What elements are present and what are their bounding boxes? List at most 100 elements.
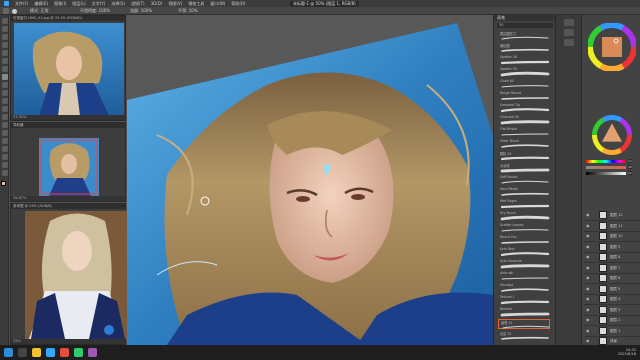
brightness-slider[interactable] [586,172,626,175]
pen-tool-icon[interactable] [1,130,8,136]
visibility-eye-icon[interactable]: ◉ [586,338,590,343]
visibility-eye-icon[interactable]: ◉ [586,286,590,291]
layer-row[interactable]: ◉ 图层 9 [584,242,640,253]
brush-preset[interactable]: Sampled Tip [498,103,550,113]
brush-preset[interactable]: Round Fan [498,235,550,245]
brush-preset[interactable]: Chalk 60 [498,79,550,89]
path-select-tool-icon[interactable] [1,146,8,152]
visibility-eye-icon[interactable]: ◉ [586,265,590,270]
lasso-tool-icon[interactable] [1,34,8,40]
layer-row[interactable]: ◉ 图层 10 [584,231,640,242]
visibility-eye-icon[interactable]: ◉ [586,223,590,228]
search-icon[interactable] [18,348,27,357]
blur-tool-icon[interactable] [1,114,8,120]
app-icon[interactable] [88,348,97,357]
visibility-eye-icon[interactable]: ◉ [586,254,590,259]
history-icon[interactable] [564,19,574,26]
brush-preset[interactable]: Charcoal 90 [498,115,550,125]
brush-preset[interactable]: Blender [498,307,550,317]
brush-size-field[interactable]: 30 [497,23,553,28]
magic-wand-tool-icon[interactable] [1,42,8,48]
brush-tool-icon[interactable] [1,74,8,80]
menu-file[interactable]: 文件(F) [15,1,28,7]
brush-preset-icon[interactable] [12,8,17,14]
brush-preset[interactable]: Kyle Gouache [498,259,550,269]
brush-preset[interactable]: Scatter Leaves [498,223,550,233]
visibility-eye-icon[interactable]: ◉ [586,233,590,238]
brush-preset[interactable]: Soft Round [498,175,550,185]
type-tool-icon[interactable] [1,138,8,144]
layer-row[interactable]: ◉ 图层 1 [584,326,640,337]
menu-filter[interactable]: 滤镜(T) [131,1,145,7]
layer-row[interactable]: ◉ 图层 12 [584,210,640,221]
opacity-field[interactable]: 不透明度: 100% [80,8,110,14]
visibility-eye-icon[interactable]: ◉ [586,212,590,217]
eyedropper-tool-icon[interactable] [1,58,8,64]
layer-row[interactable]: ◉ 图层 2 [584,315,640,326]
brush-preset[interactable]: Texture 1 [498,295,550,305]
brush-tool-icon[interactable] [3,8,9,14]
gradient-tool-icon[interactable] [1,106,8,112]
healing-tool-icon[interactable] [1,66,8,72]
visibility-eye-icon[interactable]: ◉ [586,317,590,322]
photoshop-icon[interactable] [46,348,55,357]
history-brush-tool-icon[interactable] [1,90,8,96]
zoom-tool-icon[interactable] [1,170,8,176]
menu-plugins[interactable]: 增效工具 [188,1,204,7]
foreground-color-swatch[interactable] [1,181,6,186]
brush-preset[interactable]: 大涂抹 [498,163,550,173]
menu-3d[interactable]: 3D(D) [151,1,163,6]
saturation-slider[interactable] [586,166,626,169]
brush-preset[interactable]: Smudge [498,283,550,293]
layer-row[interactable]: ◉ 图层 4 [584,294,640,305]
layer-row[interactable]: ◉ 图层 7 [584,263,640,274]
layer-row[interactable]: ◉ 图层 8 [584,252,640,263]
browser-icon[interactable] [60,348,69,357]
hand-tool-icon[interactable] [1,162,8,168]
menu-select[interactable]: 选择(S) [111,1,125,7]
start-icon[interactable] [4,348,13,357]
flow-field[interactable]: 流量: 100% [130,8,152,14]
eraser-tool-icon[interactable] [1,98,8,104]
clone-stamp-tool-icon[interactable] [1,82,8,88]
brush-preset[interactable]: Kyle Real [498,247,550,257]
properties-icon[interactable] [564,29,574,36]
layer-row[interactable]: ◉ 图层 6 [584,273,640,284]
document-canvas[interactable] [127,15,493,345]
menu-type[interactable]: 文字(Y) [92,1,106,7]
brush-preset[interactable]: Rough Round [498,91,550,101]
brush-preset[interactable]: 柔边圆压力 [498,31,550,41]
chat-icon[interactable] [74,348,83,357]
visibility-eye-icon[interactable]: ◉ [586,244,590,249]
color-wheel-1[interactable] [588,23,636,71]
color-wheel-2[interactable] [592,115,632,155]
visibility-eye-icon[interactable]: ◉ [586,275,590,280]
dodge-tool-icon[interactable] [1,122,8,128]
smoothing-field[interactable]: 平滑: 10% [178,8,198,14]
brush-preset[interactable]: 画笔 21 [498,319,550,329]
mode-dropdown[interactable]: 模式: 正常 [30,8,49,14]
value-field[interactable]: 92 [628,171,632,175]
menu-layer[interactable]: 图层(L) [72,1,85,7]
brush-preset[interactable]: 硬边圆 [498,43,550,53]
brush-preset[interactable]: Dry Brush [498,211,550,221]
brush-preset[interactable]: Flat Bristle [498,127,550,137]
crop-tool-icon[interactable] [1,50,8,56]
brush-preset[interactable]: Mixer Brush [498,139,550,149]
visibility-eye-icon[interactable]: ◉ [586,328,590,333]
brush-preset[interactable]: Airbrush [498,271,550,281]
visibility-eye-icon[interactable]: ◉ [586,296,590,301]
visibility-eye-icon[interactable]: ◉ [586,307,590,312]
brush-preset[interactable]: Wet Edges [498,199,550,209]
shape-tool-icon[interactable] [1,154,8,160]
file-explorer-icon[interactable] [32,348,41,357]
layer-row[interactable]: ◉ 图层 5 [584,284,640,295]
layer-row[interactable]: ◉ 图层 11 [584,221,640,232]
menu-edit[interactable]: 编辑(E) [34,1,48,7]
hue-slider[interactable] [586,160,626,163]
color-sliders[interactable]: 12 48 92 [586,159,636,182]
menu-image[interactable]: 图像(I) [54,1,66,7]
brush-preset[interactable]: Spatter 59 [498,67,550,77]
menu-help[interactable]: 帮助(H) [231,1,245,7]
move-tool-icon[interactable] [1,18,8,24]
